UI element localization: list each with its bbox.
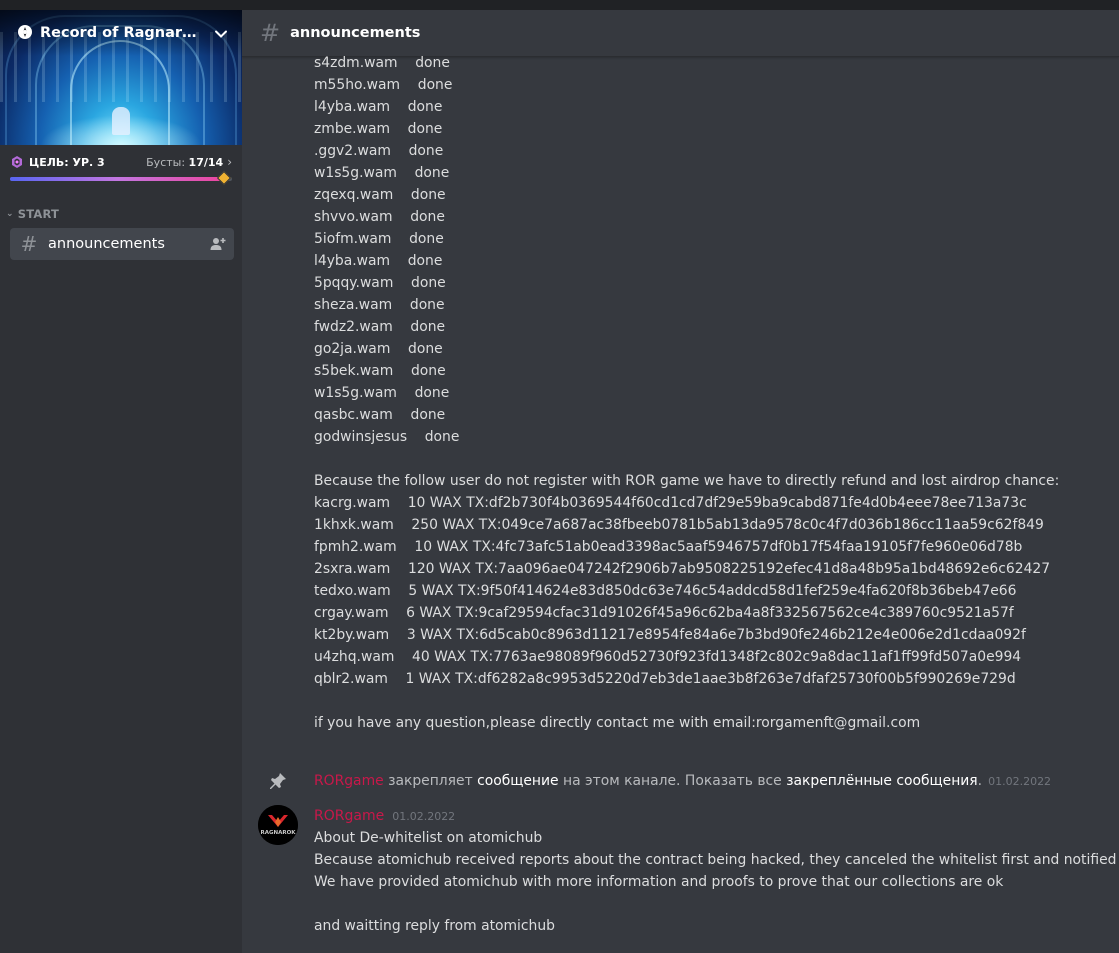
channel-title: announcements	[290, 25, 421, 41]
boost-progress-fill	[10, 177, 226, 181]
message-line: 1khxk.wam 250 WAX TX:049ce7a687ac38fbeeb…	[314, 517, 1044, 533]
server-name: Record of Ragnarok ...	[40, 25, 206, 41]
message-line: l4yba.wam done	[314, 99, 443, 115]
pin-system-message: RORgame закрепляет сообщение на этом кан…	[242, 769, 1119, 793]
category-label: START	[17, 207, 60, 221]
message-line: tedxo.wam 5 WAX TX:9f50f414624e83d850dc6…	[314, 583, 1017, 599]
chevron-down-icon: ⌄	[6, 209, 14, 219]
chat-area: # announcements s4zdm.wam done m55ho.wam …	[242, 10, 1119, 953]
sidebar-item-announcements[interactable]: # announcements	[10, 228, 234, 260]
message-line: qblr2.wam 1 WAX TX:df6282a8c9953d5220d7e…	[314, 671, 1016, 687]
message-line: shvvo.wam done	[314, 209, 445, 225]
sidebar-item-label: announcements	[48, 236, 165, 252]
category-start[interactable]: ⌄ START	[0, 207, 242, 221]
message-timestamp: 01.02.2022	[392, 810, 456, 823]
message-line: qasbc.wam done	[314, 407, 446, 423]
avatar-logo-text: RAGNAROK	[260, 830, 296, 836]
chevron-down-icon[interactable]	[214, 26, 228, 40]
pin-text-3: .	[977, 773, 983, 789]
pin-timestamp: 01.02.2022	[988, 775, 1052, 788]
message-line: if you have any question,please directly…	[314, 715, 921, 731]
message-line: About De-whitelist on atomichub	[314, 830, 543, 846]
boost-goal-label: ЦЕЛЬ: УР. 3	[29, 155, 105, 169]
message-author[interactable]: RORgame	[314, 808, 384, 824]
message-line: zqexq.wam done	[314, 187, 446, 203]
boost-count: Бусты: 17/14	[146, 155, 224, 169]
server-badge-icon	[16, 24, 34, 42]
message-line: fpmh2.wam 10 WAX TX:4fc73afc51ab0ead3398…	[314, 539, 1023, 555]
message-line: and waitting reply from atomichub	[314, 918, 555, 934]
message-line: kacrg.wam 10 WAX TX:df2b730f4b0369544f60…	[314, 495, 1027, 511]
boost-goal-row[interactable]: ЦЕЛЬ: УР. 3 Бусты: 17/14 ›	[0, 147, 242, 177]
message-line: We have provided atomichub with more inf…	[314, 874, 1004, 890]
banner-figure	[112, 107, 130, 135]
message-line: crgay.wam 6 WAX TX:9caf29594cfac31d91026…	[314, 605, 1014, 621]
add-member-icon[interactable]	[210, 236, 226, 252]
message-line: w1s5g.wam done	[314, 165, 450, 181]
boost-gem-icon	[10, 155, 24, 169]
avatar[interactable]: RAGNAROK	[258, 805, 298, 845]
message-line: godwinsjesus done	[314, 429, 460, 445]
pin-icon	[268, 771, 288, 791]
message-line: m55ho.wam done	[314, 77, 453, 93]
message-header: RORgame 01.02.2022	[314, 805, 455, 828]
message-line: sheza.wam done	[314, 297, 445, 313]
chevron-right-icon: ›	[227, 155, 232, 169]
channel-header: # announcements	[242, 10, 1119, 57]
message-line: s4zdm.wam done	[314, 55, 450, 71]
message-line: u4zhq.wam 40 WAX TX:7763ae98089f960d5273…	[314, 649, 1022, 665]
message-line: l4yba.wam done	[314, 253, 443, 269]
message-line: kt2by.wam 3 WAX TX:6d5cab0c8963d11217e89…	[314, 627, 1026, 643]
message-line: Because the follow user do not register …	[314, 473, 1060, 489]
message-line: Because atomichub received reports about…	[314, 852, 1119, 868]
window-top-strip	[0, 0, 1119, 10]
server-header[interactable]: Record of Ragnarok ...	[0, 10, 242, 56]
message-line: fwdz2.wam done	[314, 319, 446, 335]
pin-text-1: закрепляет	[383, 773, 478, 789]
message-line: 5iofm.wam done	[314, 231, 444, 247]
pinned-messages-link[interactable]: закреплённые сообщения	[786, 773, 978, 789]
message-line: s5bek.wam done	[314, 363, 446, 379]
server-banner: Record of Ragnarok ...	[0, 10, 242, 145]
message-line: 5pqqy.wam done	[314, 275, 446, 291]
message-line: zmbe.wam done	[314, 121, 443, 137]
hash-icon: #	[260, 19, 281, 47]
message-line: go2ja.wam done	[314, 341, 443, 357]
hash-icon: #	[20, 232, 38, 256]
pinned-message-link[interactable]: сообщение	[477, 773, 559, 789]
boost-progress-bar	[10, 170, 232, 186]
channel-sidebar: Record of Ragnarok ... ЦЕЛЬ: УР. 3 Бусты…	[0, 10, 242, 953]
message-line: .ggv2.wam done	[314, 143, 444, 159]
pin-text-2: на этом канале. Показать все	[558, 773, 787, 789]
pin-author[interactable]: RORgame	[314, 773, 384, 789]
message-line: 2sxra.wam 120 WAX TX:7aa096ae047242f2906…	[314, 561, 1051, 577]
message-line: w1s5g.wam done	[314, 385, 450, 401]
